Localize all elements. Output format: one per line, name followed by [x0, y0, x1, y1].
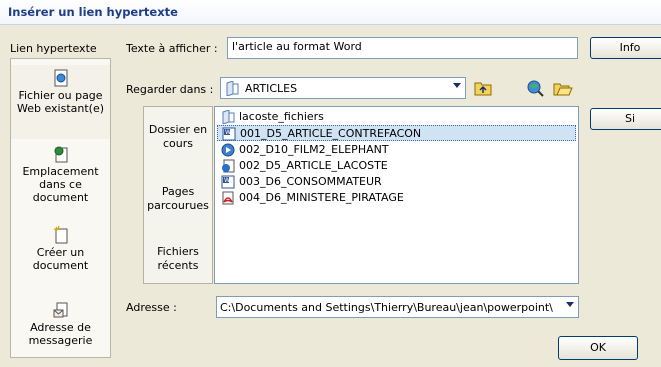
window-title: Insérer un lien hypertexte [8, 5, 178, 19]
media-file-icon [221, 143, 235, 157]
bookmark-button[interactable]: Si [590, 108, 661, 130]
word-doc-icon: W [222, 127, 236, 141]
address-combo[interactable]: C:\Documents and Settings\Thierry\Bureau… [216, 296, 579, 318]
folder-icon [226, 81, 239, 96]
sidebar-item-label: Fichier ou page Web existant(e) [16, 89, 105, 115]
browse-file-icon[interactable] [553, 80, 573, 96]
sidebar-item-label: Créer un document [32, 246, 89, 272]
title-bar: Insérer un lien hypertexte [0, 0, 661, 25]
look-in-label: Regarder dans : [126, 83, 214, 96]
chevron-down-icon [566, 302, 574, 307]
file-name: 001_D5_ARTICLE_CONTREFACON [240, 127, 422, 140]
list-item[interactable]: 002_D5_ARTICLE_LACOSTE [217, 158, 576, 174]
list-item[interactable]: lacoste_fichiers [217, 109, 576, 125]
new-document-icon [53, 226, 67, 244]
text-to-display-input[interactable]: l'article au format Word [227, 37, 578, 59]
link-to-bar: Fichier ou page Web existant(e) Emplacem… [10, 58, 111, 358]
html-file-icon [222, 159, 235, 173]
link-to-label: Lien hypertexte [10, 42, 97, 55]
file-name: 003_D6_CONSOMMATEUR [239, 175, 382, 188]
word-doc-icon: W [221, 175, 235, 189]
ok-button[interactable]: OK [558, 336, 638, 360]
tab-browsed-pages[interactable]: Pages parcourues [144, 185, 212, 213]
svg-text:W: W [225, 129, 231, 136]
folder-icon [222, 110, 235, 124]
file-list[interactable]: lacoste_fichiers W 001_D5_ARTICLE_CONTREF… [214, 106, 579, 284]
address-label: Adresse : [126, 301, 177, 314]
file-name: 004_D6_MINISTERE_PIRATAGE [239, 191, 404, 204]
list-item[interactable]: 002_D10_FILM2_ELEPHANT [217, 142, 576, 158]
link-create-document-button[interactable]: Créer un document [11, 222, 110, 280]
file-name: lacoste_fichiers [239, 110, 324, 123]
up-folder-icon[interactable] [474, 80, 492, 96]
link-existing-file-button[interactable]: Fichier ou page Web existant(e) [11, 65, 110, 139]
file-name: 002_D10_FILM2_ELEPHANT [239, 143, 389, 156]
look-in-value: ARTICLES [245, 82, 298, 95]
look-in-combo[interactable]: ARTICLES [220, 77, 466, 99]
tab-recent-files[interactable]: Fichiers récents [144, 245, 212, 273]
chevron-down-icon [453, 83, 461, 88]
link-email-address-button[interactable]: Adresse de messagerie [11, 297, 110, 355]
sidebar-item-label: Adresse de messagerie [28, 321, 93, 347]
address-input: C:\Documents and Settings\Thierry\Bureau… [220, 301, 553, 314]
view-tabs: Dossier en cours Pages parcourues Fichie… [143, 106, 213, 284]
pdf-file-icon [222, 191, 234, 205]
text-to-display-label: Texte à afficher : [126, 42, 218, 55]
tab-current-folder[interactable]: Dossier en cours [144, 123, 212, 151]
link-place-in-document-button[interactable]: Emplacement dans ce document [11, 141, 110, 215]
list-item[interactable]: 004_D6_MINISTERE_PIRATAGE [217, 190, 576, 206]
document-location-icon [54, 146, 67, 163]
web-page-icon [54, 69, 67, 87]
screen-tip-button[interactable]: Info [590, 37, 661, 59]
file-name: 002_D5_ARTICLE_LACOSTE [239, 159, 388, 172]
browse-web-icon[interactable] [526, 79, 544, 97]
list-item[interactable]: W 003_D6_CONSOMMATEUR [217, 174, 576, 190]
list-item[interactable]: W 001_D5_ARTICLE_CONTREFACON [217, 125, 576, 141]
email-icon [53, 302, 67, 318]
sidebar-item-label: Emplacement dans ce document [22, 165, 99, 204]
svg-text:W: W [224, 177, 230, 184]
